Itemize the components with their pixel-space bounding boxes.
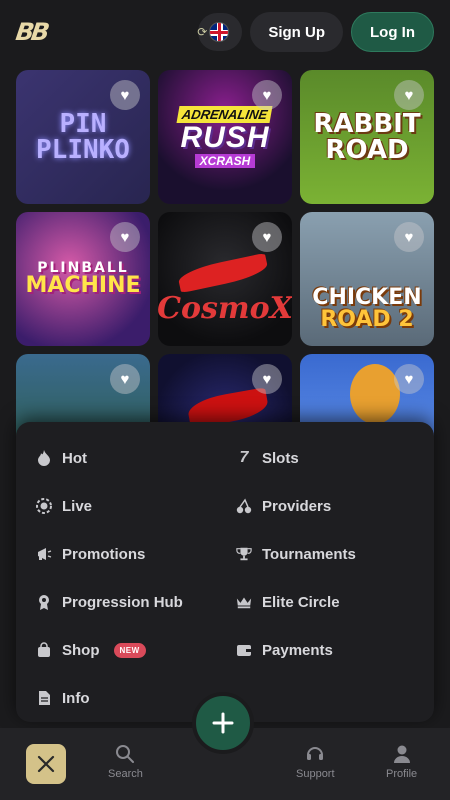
game-title-line: RUSH — [180, 120, 270, 154]
heart-icon[interactable]: ♥ — [394, 364, 424, 394]
document-icon — [36, 690, 52, 706]
game-title-line: ROAD — [325, 135, 409, 165]
log-in-button[interactable]: Log In — [351, 12, 434, 52]
nav-label: Profile — [386, 768, 418, 780]
menu-item-promotions[interactable]: Promotions — [16, 530, 216, 578]
game-title: ADRENALINE RUSH XCRASH — [176, 105, 274, 169]
game-title-line: MACHINE — [25, 273, 141, 298]
game-title: CHICKEN ROAD 2 — [312, 287, 421, 331]
menu-item-slots[interactable]: 7 Slots — [216, 434, 416, 482]
menu-item-label: Shop — [62, 641, 100, 659]
game-title-line: ROAD 2 — [320, 307, 414, 332]
close-menu-button[interactable] — [26, 744, 66, 784]
menu-item-label: Live — [62, 497, 93, 515]
game-title-line: XCRASH — [194, 153, 256, 168]
game-tile-plinball-machine[interactable]: PLINBALL MACHINE ♥ — [16, 212, 150, 346]
wallet-icon — [236, 642, 252, 658]
menu-item-label: Hot — [62, 449, 87, 467]
search-icon — [116, 745, 135, 763]
refresh-icon: ⟳ — [197, 25, 208, 39]
game-tile-rabbit-road[interactable]: RABBIT ROAD ♥ — [300, 70, 434, 204]
cherry-icon — [236, 498, 252, 514]
menu-item-label: Slots — [262, 449, 299, 467]
user-icon — [393, 745, 410, 763]
menu-item-elite-circle[interactable]: Elite Circle — [216, 578, 416, 626]
heart-icon[interactable]: ♥ — [110, 222, 140, 252]
game-title-line: PLINKO — [36, 135, 130, 165]
menu-item-label: Promotions — [62, 545, 146, 563]
menu-item-progression-hub[interactable]: Progression Hub — [16, 578, 216, 626]
add-button[interactable] — [192, 692, 254, 754]
nav-profile[interactable]: Profile — [386, 744, 417, 780]
header-actions: ⟳ Sign Up Log In — [197, 12, 434, 52]
menu-item-payments[interactable]: Payments — [216, 626, 416, 674]
menu-item-info[interactable]: Info — [16, 674, 216, 722]
game-tile-chicken-road-2[interactable]: CHICKEN ROAD 2 ♥ — [300, 212, 434, 346]
heart-icon[interactable]: ♥ — [110, 364, 140, 394]
game-title: RABBIT ROAD — [313, 111, 420, 163]
nav-support[interactable]: Support — [296, 744, 335, 780]
medal-icon — [36, 594, 52, 610]
menu-item-label: Progression Hub — [62, 593, 183, 611]
heart-icon[interactable]: ♥ — [394, 222, 424, 252]
menu-item-shop[interactable]: Shop NEW — [16, 626, 216, 674]
game-tile-adrenaline-rush[interactable]: ADRENALINE RUSH XCRASH ♥ — [158, 70, 292, 204]
crown-icon — [236, 594, 252, 610]
heart-icon[interactable]: ♥ — [394, 80, 424, 110]
menu-item-providers[interactable]: Providers — [216, 482, 416, 530]
menu-item-live[interactable]: Live — [16, 482, 216, 530]
heart-icon[interactable]: ♥ — [110, 80, 140, 110]
trophy-icon — [236, 546, 252, 562]
game-title: CosmoX — [158, 291, 292, 326]
new-badge: NEW — [113, 642, 146, 658]
seven-icon: 7 — [239, 449, 249, 466]
megaphone-icon — [36, 546, 52, 562]
game-title-line: CHICKEN — [312, 285, 422, 310]
menu-item-label: Info — [62, 689, 90, 707]
heart-icon[interactable]: ♥ — [252, 364, 282, 394]
live-chip-icon — [36, 498, 52, 514]
nav-search[interactable]: Search — [108, 744, 143, 780]
nav-label: Search — [108, 768, 143, 780]
language-selector[interactable]: ⟳ — [197, 13, 243, 51]
menu-item-label: Providers — [262, 497, 332, 515]
flame-icon — [36, 450, 52, 466]
headset-icon — [307, 747, 324, 760]
heart-icon[interactable]: ♥ — [252, 222, 282, 252]
game-title-line: RABBIT — [313, 109, 421, 139]
close-icon — [37, 755, 55, 773]
balloon-illustration — [350, 364, 400, 424]
sign-up-button[interactable]: Sign Up — [250, 12, 343, 52]
menu-item-label: Elite Circle — [262, 593, 340, 611]
heart-icon[interactable]: ♥ — [252, 80, 282, 110]
bag-icon — [36, 642, 52, 658]
game-tile-pin-plinko[interactable]: PIN PLINKO ♥ — [16, 70, 150, 204]
spaceship-illustration — [176, 252, 270, 294]
brand-logo[interactable]: BB — [14, 18, 49, 46]
menu-item-hot[interactable]: Hot — [16, 434, 216, 482]
game-tile-cosmox[interactable]: CosmoX ♥ — [158, 212, 292, 346]
game-title-line: PIN — [59, 109, 107, 139]
game-title: PIN PLINKO — [36, 111, 130, 163]
menu-item-tournaments[interactable]: Tournaments — [216, 530, 416, 578]
app-header: BB ⟳ Sign Up Log In — [0, 0, 450, 64]
menu-item-label: Tournaments — [262, 545, 356, 563]
navigation-menu: Hot 7 Slots Live Providers Promotions To… — [16, 422, 434, 722]
game-title: PLINBALL MACHINE — [25, 261, 140, 297]
menu-item-label: Payments — [262, 641, 333, 659]
plus-icon — [212, 712, 234, 734]
uk-flag-icon — [209, 22, 230, 42]
nav-label: Support — [296, 768, 335, 780]
